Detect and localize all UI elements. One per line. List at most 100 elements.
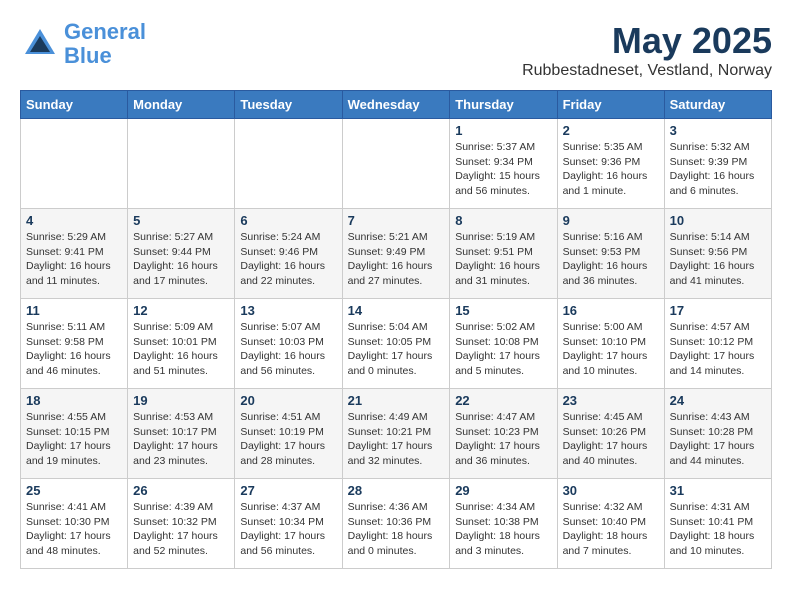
day-info: Sunrise: 4:34 AM Sunset: 10:38 PM Daylig… [455, 500, 551, 559]
logo-line1: General [64, 19, 146, 44]
calendar-week-2: 4Sunrise: 5:29 AM Sunset: 9:41 PM Daylig… [21, 209, 772, 299]
location-title: Rubbestadneset, Vestland, Norway [522, 62, 772, 80]
day-number: 27 [240, 483, 336, 498]
day-info: Sunrise: 4:57 AM Sunset: 10:12 PM Daylig… [670, 320, 766, 379]
day-info: Sunrise: 5:27 AM Sunset: 9:44 PM Dayligh… [133, 230, 229, 289]
day-info: Sunrise: 5:02 AM Sunset: 10:08 PM Daylig… [455, 320, 551, 379]
table-row: 18 Sunrise: 4:55 AM Sunset: 10:15 PM Dayl… [21, 389, 128, 479]
day-info: Sunrise: 5:19 AM Sunset: 9:51 PM Dayligh… [455, 230, 551, 289]
table-row: 21Sunrise: 4:49 AM Sunset: 10:21 PM Dayl… [342, 389, 450, 479]
table-row: 30Sunrise: 4:32 AM Sunset: 10:40 PM Dayl… [557, 479, 664, 569]
table-row: 26 Sunrise: 4:39 AM Sunset: 10:32 PM Dayl… [128, 479, 235, 569]
day-info: Sunrise: 5:35 AM Sunset: 9:36 PM Dayligh… [563, 140, 659, 199]
day-number: 20 [240, 393, 336, 408]
day-info: Sunrise: 4:39 AM Sunset: 10:32 PM Daylig… [133, 500, 229, 559]
day-number: 28 [348, 483, 445, 498]
calendar-header-row: Sunday Monday Tuesday Wednesday Thursday… [21, 91, 772, 119]
table-row [21, 119, 128, 209]
table-row: 23 Sunrise: 4:45 AM Sunset: 10:26 PM Dayl… [557, 389, 664, 479]
logo-icon [20, 24, 60, 64]
day-info: Sunrise: 5:24 AM Sunset: 9:46 PM Dayligh… [240, 230, 336, 289]
day-info: Sunrise: 5:37 AM Sunset: 9:34 PM Dayligh… [455, 140, 551, 199]
day-number: 17 [670, 303, 766, 318]
day-number: 15 [455, 303, 551, 318]
day-number: 31 [670, 483, 766, 498]
col-thursday: Thursday [450, 91, 557, 119]
table-row: 16Sunrise: 5:00 AM Sunset: 10:10 PM Dayl… [557, 299, 664, 389]
logo: General Blue [20, 20, 146, 68]
table-row: 27 Sunrise: 4:37 AM Sunset: 10:34 PM Dayl… [235, 479, 342, 569]
table-row: 5 Sunrise: 5:27 AM Sunset: 9:44 PM Daylig… [128, 209, 235, 299]
col-saturday: Saturday [664, 91, 771, 119]
day-info: Sunrise: 4:47 AM Sunset: 10:23 PM Daylig… [455, 410, 551, 469]
day-info: Sunrise: 4:45 AM Sunset: 10:26 PM Daylig… [563, 410, 659, 469]
col-friday: Friday [557, 91, 664, 119]
day-number: 6 [240, 213, 336, 228]
day-number: 4 [26, 213, 122, 228]
day-number: 11 [26, 303, 122, 318]
col-tuesday: Tuesday [235, 91, 342, 119]
title-block: May 2025 Rubbestadneset, Vestland, Norwa… [522, 20, 772, 80]
day-number: 25 [26, 483, 122, 498]
table-row: 6 Sunrise: 5:24 AM Sunset: 9:46 PM Daylig… [235, 209, 342, 299]
table-row: 17 Sunrise: 4:57 AM Sunset: 10:12 PM Dayl… [664, 299, 771, 389]
day-info: Sunrise: 4:32 AM Sunset: 10:40 PM Daylig… [563, 500, 659, 559]
table-row [235, 119, 342, 209]
day-info: Sunrise: 5:11 AM Sunset: 9:58 PM Dayligh… [26, 320, 122, 379]
day-number: 2 [563, 123, 659, 138]
table-row: 25 Sunrise: 4:41 AM Sunset: 10:30 PM Dayl… [21, 479, 128, 569]
table-row: 28Sunrise: 4:36 AM Sunset: 10:36 PM Dayl… [342, 479, 450, 569]
day-number: 9 [563, 213, 659, 228]
day-number: 18 [26, 393, 122, 408]
table-row: 12Sunrise: 5:09 AM Sunset: 10:01 PM Dayl… [128, 299, 235, 389]
day-info: Sunrise: 4:55 AM Sunset: 10:15 PM Daylig… [26, 410, 122, 469]
table-row: 29Sunrise: 4:34 AM Sunset: 10:38 PM Dayl… [450, 479, 557, 569]
day-number: 3 [670, 123, 766, 138]
day-number: 24 [670, 393, 766, 408]
day-info: Sunrise: 5:04 AM Sunset: 10:05 PM Daylig… [348, 320, 445, 379]
page-header: General Blue May 2025 Rubbestadneset, Ve… [20, 20, 772, 80]
day-info: Sunrise: 5:16 AM Sunset: 9:53 PM Dayligh… [563, 230, 659, 289]
table-row: 4Sunrise: 5:29 AM Sunset: 9:41 PM Daylig… [21, 209, 128, 299]
day-info: Sunrise: 5:07 AM Sunset: 10:03 PM Daylig… [240, 320, 336, 379]
day-number: 10 [670, 213, 766, 228]
day-info: Sunrise: 4:37 AM Sunset: 10:34 PM Daylig… [240, 500, 336, 559]
day-number: 23 [563, 393, 659, 408]
table-row: 3 Sunrise: 5:32 AM Sunset: 9:39 PM Daylig… [664, 119, 771, 209]
day-info: Sunrise: 5:32 AM Sunset: 9:39 PM Dayligh… [670, 140, 766, 199]
day-number: 1 [455, 123, 551, 138]
table-row: 10 Sunrise: 5:14 AM Sunset: 9:56 PM Dayli… [664, 209, 771, 299]
table-row: 22 Sunrise: 4:47 AM Sunset: 10:23 PM Dayl… [450, 389, 557, 479]
table-row [128, 119, 235, 209]
day-number: 7 [348, 213, 445, 228]
day-number: 19 [133, 393, 229, 408]
table-row: 14Sunrise: 5:04 AM Sunset: 10:05 PM Dayl… [342, 299, 450, 389]
table-row: 24Sunrise: 4:43 AM Sunset: 10:28 PM Dayl… [664, 389, 771, 479]
day-number: 22 [455, 393, 551, 408]
logo-text: General Blue [64, 20, 146, 68]
table-row: 15 Sunrise: 5:02 AM Sunset: 10:08 PM Dayl… [450, 299, 557, 389]
table-row: 31Sunrise: 4:31 AM Sunset: 10:41 PM Dayl… [664, 479, 771, 569]
table-row: 13 Sunrise: 5:07 AM Sunset: 10:03 PM Dayl… [235, 299, 342, 389]
day-info: Sunrise: 5:00 AM Sunset: 10:10 PM Daylig… [563, 320, 659, 379]
day-info: Sunrise: 5:09 AM Sunset: 10:01 PM Daylig… [133, 320, 229, 379]
day-info: Sunrise: 4:41 AM Sunset: 10:30 PM Daylig… [26, 500, 122, 559]
day-number: 13 [240, 303, 336, 318]
day-info: Sunrise: 5:21 AM Sunset: 9:49 PM Dayligh… [348, 230, 445, 289]
table-row: 9 Sunrise: 5:16 AM Sunset: 9:53 PM Daylig… [557, 209, 664, 299]
day-number: 21 [348, 393, 445, 408]
calendar-week-4: 18 Sunrise: 4:55 AM Sunset: 10:15 PM Dayl… [21, 389, 772, 479]
month-title: May 2025 [522, 20, 772, 62]
calendar-week-1: 1 Sunrise: 5:37 AM Sunset: 9:34 PM Daylig… [21, 119, 772, 209]
day-number: 8 [455, 213, 551, 228]
table-row: 1 Sunrise: 5:37 AM Sunset: 9:34 PM Daylig… [450, 119, 557, 209]
table-row: 11 Sunrise: 5:11 AM Sunset: 9:58 PM Dayli… [21, 299, 128, 389]
day-number: 26 [133, 483, 229, 498]
table-row [342, 119, 450, 209]
day-number: 5 [133, 213, 229, 228]
calendar-table: Sunday Monday Tuesday Wednesday Thursday… [20, 90, 772, 569]
col-sunday: Sunday [21, 91, 128, 119]
day-info: Sunrise: 4:53 AM Sunset: 10:17 PM Daylig… [133, 410, 229, 469]
table-row: 8 Sunrise: 5:19 AM Sunset: 9:51 PM Daylig… [450, 209, 557, 299]
day-info: Sunrise: 5:14 AM Sunset: 9:56 PM Dayligh… [670, 230, 766, 289]
